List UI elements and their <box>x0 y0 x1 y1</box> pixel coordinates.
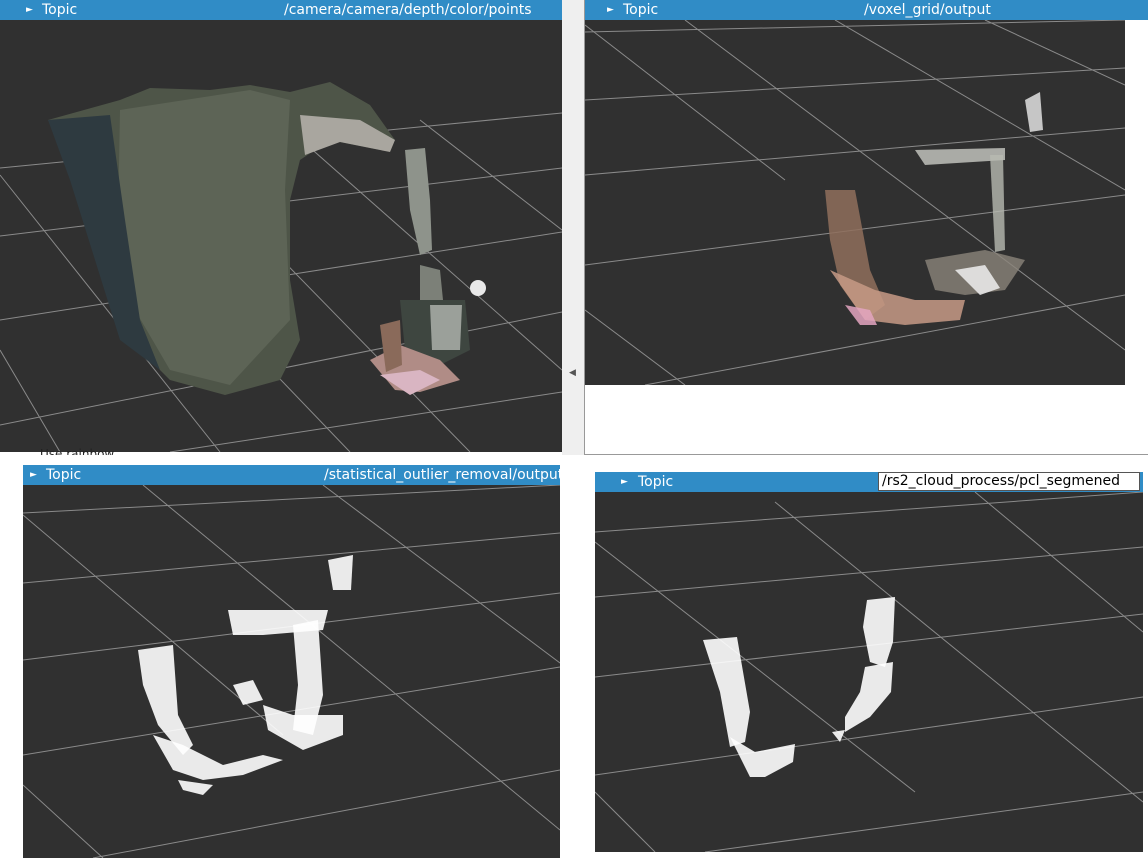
grid-lines <box>23 485 560 858</box>
topic-row-bottom-left[interactable]: ► Topic /statistical_outlier_removal/out… <box>23 465 560 485</box>
topic-value[interactable]: /statistical_outlier_removal/output <box>324 465 560 485</box>
point-cloud-render <box>0 82 562 452</box>
use-rainbow-label: Use rainbow <box>40 447 115 455</box>
splitter-arrow-icon[interactable]: ◀ <box>569 368 576 378</box>
filtered-points <box>138 555 353 795</box>
topic-value[interactable]: /camera/camera/depth/color/points <box>284 0 532 20</box>
topic-row-top-right[interactable]: ► Topic /voxel_grid/output <box>585 0 1148 20</box>
viewport-3d-bottom-right[interactable] <box>595 492 1143 852</box>
topic-value[interactable]: /voxel_grid/output <box>864 0 991 20</box>
topic-row-bottom-right[interactable]: ► Topic /rs2_cloud_process/pcl_segmened <box>595 472 1143 492</box>
topic-label: Topic <box>623 2 659 18</box>
expand-triangle-icon[interactable]: ► <box>607 0 614 20</box>
point-cloud-render <box>585 20 1125 385</box>
topic-row-top-left[interactable]: ► Topic /camera/camera/depth/color/point… <box>0 0 562 20</box>
topic-label: Topic <box>42 2 78 18</box>
colored-cloud <box>48 82 486 395</box>
panel-bottom-right: ► Topic /rs2_cloud_process/pcl_segmened <box>595 472 1143 852</box>
topic-value-input[interactable]: /rs2_cloud_process/pcl_segmened <box>878 472 1140 491</box>
viewport-3d-top-right[interactable] <box>585 20 1125 385</box>
viewport-3d-bottom-left[interactable] <box>23 485 560 858</box>
panel-top-right: ► Topic /voxel_grid/output <box>584 0 1148 455</box>
segmented-points <box>703 597 895 777</box>
expand-triangle-icon[interactable]: ► <box>26 0 33 20</box>
expand-triangle-icon[interactable]: ► <box>30 465 37 485</box>
point-cloud-render <box>595 492 1143 852</box>
panel-splitter[interactable]: ◀ <box>562 0 584 455</box>
topic-label: Topic <box>46 467 82 483</box>
panel-top-left: ► Topic /camera/camera/depth/color/point… <box>0 0 562 455</box>
viewport-3d-top-left[interactable] <box>0 20 562 452</box>
expand-triangle-icon[interactable]: ► <box>621 472 628 492</box>
topic-label: Topic <box>638 474 674 490</box>
voxel-points <box>825 92 1043 325</box>
point-cloud-render <box>23 485 560 858</box>
panel-bottom-left: ► Topic /statistical_outlier_removal/out… <box>23 465 560 858</box>
